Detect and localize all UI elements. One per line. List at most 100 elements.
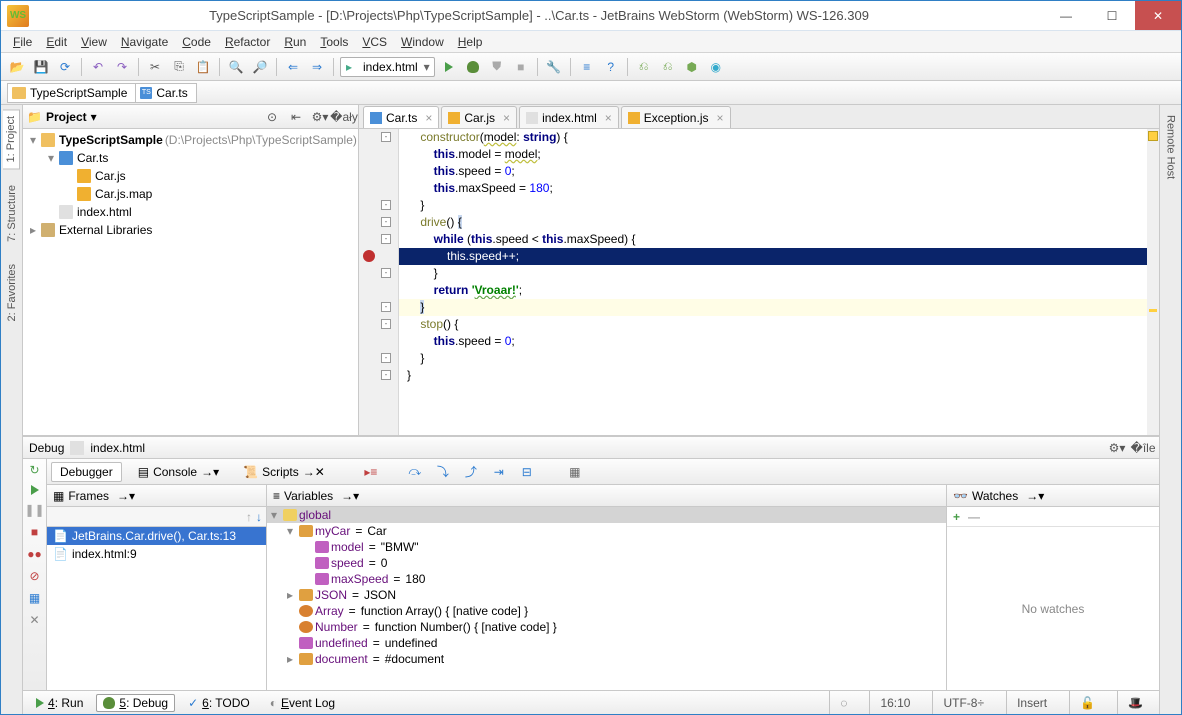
close-icon[interactable]: × [503, 111, 510, 125]
run-icon[interactable] [439, 57, 459, 77]
copy-icon[interactable]: ⎘ [169, 57, 189, 77]
menu-window[interactable]: Window [395, 33, 450, 51]
open-icon[interactable]: 📂 [7, 57, 27, 77]
fold-icon[interactable]: - [381, 217, 391, 227]
paste-icon[interactable]: 📋 [193, 57, 213, 77]
status-run[interactable]: 4: Run [29, 694, 90, 712]
hide-icon[interactable]: →▾ [341, 489, 359, 503]
tree-row[interactable]: ▸External Libraries [23, 221, 358, 239]
mute-bp-icon[interactable]: ⊘ [29, 569, 39, 583]
fold-icon[interactable]: - [381, 132, 391, 142]
close-icon[interactable]: × [716, 111, 723, 125]
tab-console[interactable]: ▤ Console →▾ [130, 462, 227, 482]
var-row[interactable]: Number=function Number() { [native code]… [267, 619, 946, 635]
status-debug[interactable]: 5: Debug [96, 694, 175, 712]
insert-mode[interactable]: Insert [1006, 691, 1057, 714]
undo-icon[interactable]: ↶ [88, 57, 108, 77]
forward-icon[interactable]: ⇒ [307, 57, 327, 77]
save-icon[interactable]: 💾 [31, 57, 51, 77]
encoding[interactable]: UTF-8 ÷ [932, 691, 994, 714]
back-icon[interactable]: ⇐ [283, 57, 303, 77]
editor-tab[interactable]: index.html× [519, 106, 619, 128]
breadcrumb[interactable]: TypeScriptSample [7, 83, 136, 103]
scroll-target-icon[interactable]: ⊙ [262, 107, 282, 127]
cut-icon[interactable]: ✂ [145, 57, 165, 77]
tool-tab[interactable]: 2: Favorites [4, 258, 20, 327]
tab-scripts[interactable]: 📜 Scripts →✕ [235, 462, 333, 482]
editor-tab[interactable]: Exception.js× [621, 106, 731, 128]
run-config-combo[interactable]: index.html [340, 57, 435, 77]
rerun-icon[interactable]: ↻ [29, 463, 39, 477]
vcs1-icon[interactable]: ⎌ [634, 57, 654, 77]
var-row[interactable]: model="BMW" [267, 539, 946, 555]
resume-icon[interactable] [31, 485, 39, 495]
var-row[interactable]: ▾global [267, 507, 946, 523]
tree-row[interactable]: ▾TypeScriptSample (D:\Projects\Php\TypeS… [23, 131, 358, 149]
frame-row[interactable]: 📄JetBrains.Car.drive(), Car.ts:13 [47, 527, 266, 545]
settings-icon[interactable]: 🔧 [544, 57, 564, 77]
close-button[interactable]: ✕ [1135, 1, 1181, 30]
breadcrumb[interactable]: TSCar.ts [135, 83, 196, 103]
layout-icon[interactable]: ▦ [29, 591, 40, 605]
coverage-icon[interactable]: ⛊ [487, 57, 507, 77]
hide-icon[interactable]: �ały [334, 107, 354, 127]
var-row[interactable]: Array=function Array() { [native code] } [267, 603, 946, 619]
editor-tab[interactable]: Car.js× [441, 106, 517, 128]
var-row[interactable]: ▾myCar=Car [267, 523, 946, 539]
find-icon[interactable]: 🔍 [226, 57, 246, 77]
hector-icon[interactable]: 🎩 [1117, 691, 1153, 714]
breakpoint-icon[interactable] [363, 250, 375, 262]
fold-icon[interactable]: - [381, 302, 391, 312]
sync-icon[interactable]: ⟳ [55, 57, 75, 77]
fold-icon[interactable]: - [381, 200, 391, 210]
fold-icon[interactable]: - [381, 234, 391, 244]
tool-tab[interactable]: 1: Project [3, 109, 20, 169]
show-exec-icon[interactable]: ▸≡ [361, 462, 381, 482]
menu-vcs[interactable]: VCS [356, 33, 393, 51]
gear-icon[interactable]: ⚙▾ [310, 107, 330, 127]
stop-icon[interactable]: ■ [31, 525, 38, 539]
browser-icon[interactable]: ◉ [706, 57, 726, 77]
var-row[interactable]: ▸document=#document [267, 651, 946, 667]
step-over-icon[interactable]: ⤼ [405, 462, 425, 482]
menu-edit[interactable]: Edit [40, 33, 73, 51]
project-panel-title[interactable]: Project [46, 110, 87, 124]
editor-tab[interactable]: Car.ts× [363, 106, 439, 128]
var-row[interactable]: maxSpeed=180 [267, 571, 946, 587]
tasks-icon[interactable]: ≡ [577, 57, 597, 77]
node-icon[interactable]: ⬢ [682, 57, 702, 77]
tree-row[interactable]: index.html [23, 203, 358, 221]
close-icon[interactable]: × [605, 111, 612, 125]
down-icon[interactable]: ↓ [256, 510, 262, 524]
menu-refactor[interactable]: Refactor [219, 33, 276, 51]
var-row[interactable]: undefined=undefined [267, 635, 946, 651]
remote-host-tab[interactable]: Remote Host [1163, 109, 1179, 185]
var-row[interactable]: ▸JSON=JSON [267, 587, 946, 603]
debug-icon[interactable] [463, 57, 483, 77]
close-icon[interactable]: ✕ [29, 613, 39, 627]
eval-icon[interactable]: ⊟ [517, 462, 537, 482]
lock-icon[interactable]: 🔓 [1069, 691, 1105, 714]
run-cursor-icon[interactable]: ⇥ [489, 462, 509, 482]
help-icon[interactable]: ? [601, 57, 621, 77]
var-row[interactable]: speed=0 [267, 555, 946, 571]
up-icon[interactable]: ↑ [246, 510, 252, 524]
pause-icon[interactable]: ❚❚ [24, 503, 44, 517]
remove-watch-icon[interactable]: — [968, 510, 980, 524]
hide-icon[interactable]: �île [1133, 438, 1153, 458]
tree-row[interactable]: Car.js.map [23, 185, 358, 203]
layout2-icon[interactable]: ▦ [565, 462, 585, 482]
code-editor[interactable]: --------- constructor(model: string) { t… [359, 129, 1159, 435]
tool-tab[interactable]: 7: Structure [4, 179, 20, 248]
menu-code[interactable]: Code [176, 33, 217, 51]
collapse-icon[interactable]: ⇤ [286, 107, 306, 127]
gear-icon[interactable]: ⚙▾ [1107, 438, 1127, 458]
menu-file[interactable]: File [7, 33, 38, 51]
fold-icon[interactable]: - [381, 319, 391, 329]
menu-navigate[interactable]: Navigate [115, 33, 174, 51]
status-eventlog[interactable]: ◐Event Log [263, 694, 342, 712]
menu-help[interactable]: Help [452, 33, 489, 51]
hide-icon[interactable]: →▾ [117, 489, 135, 503]
view-bp-icon[interactable]: ●● [27, 547, 42, 561]
stop-icon[interactable]: ■ [511, 57, 531, 77]
